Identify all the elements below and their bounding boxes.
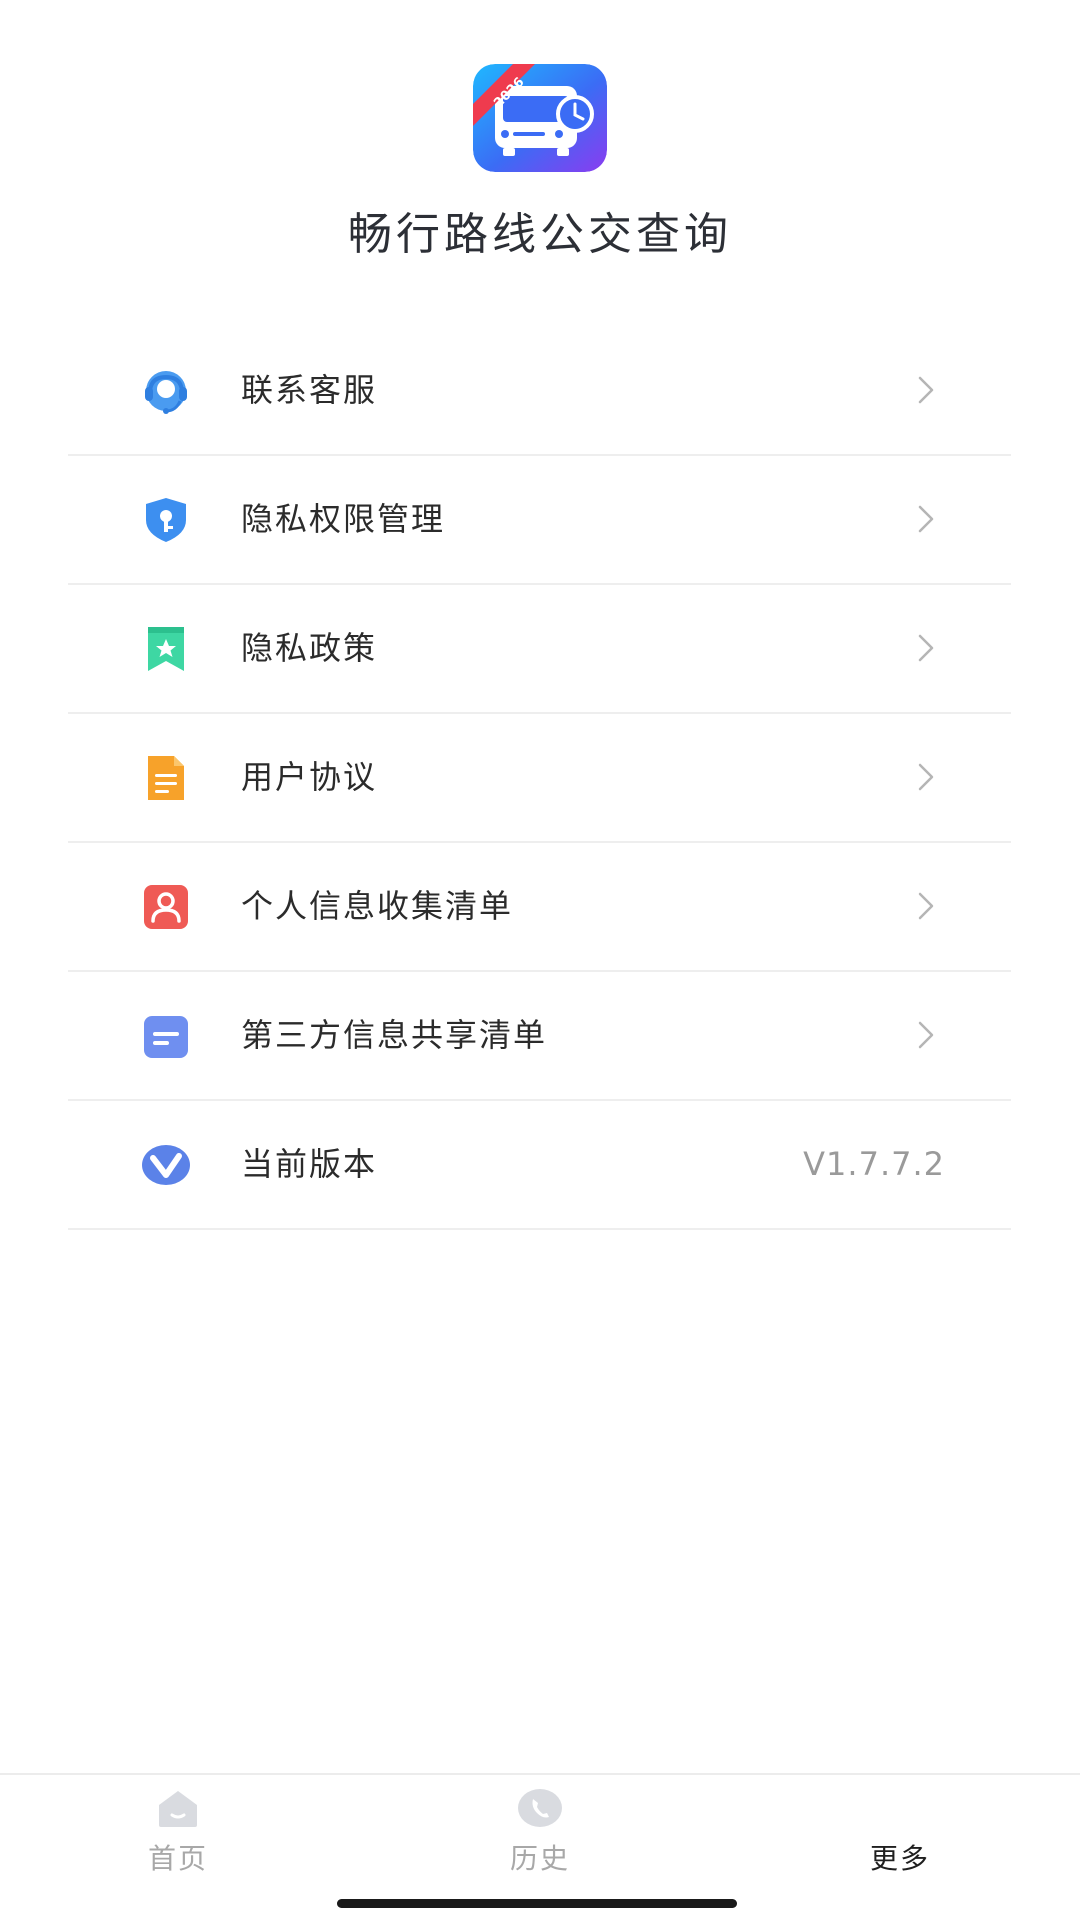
chevron-right-icon: [918, 1021, 934, 1049]
message-card-icon: [144, 1016, 188, 1058]
menu-item-user-agreement[interactable]: 用户协议: [68, 714, 1011, 843]
history-phone-icon: [518, 1789, 562, 1827]
user-card-icon: [144, 885, 188, 929]
more-icon: [877, 1787, 923, 1829]
version-icon: [142, 1145, 190, 1185]
home-icon: [159, 1791, 197, 1827]
home-indicator: [337, 1899, 737, 1908]
menu-item-privacy-permissions[interactable]: 隐私权限管理: [68, 456, 1011, 585]
tab-label: 首页: [147, 1842, 208, 1875]
tab-more[interactable]: 更多: [810, 1787, 990, 1897]
headset-icon: [145, 371, 187, 414]
app-logo: 2026: [473, 64, 607, 172]
menu-item-label: 个人信息收集清单: [241, 887, 514, 925]
menu-item-third-party-sharing-list[interactable]: 第三方信息共享清单: [68, 972, 1011, 1101]
shield-key-icon: [146, 498, 186, 542]
chevron-right-icon: [918, 634, 934, 662]
app-title: 畅行路线公交查询: [348, 209, 732, 260]
menu-item-label: 隐私政策: [241, 629, 378, 667]
menu-item-label: 联系客服: [241, 371, 378, 409]
menu-item-customer-service[interactable]: 联系客服: [68, 327, 1011, 456]
tab-home[interactable]: 首页: [88, 1787, 268, 1897]
version-number: V1.7.7.2: [803, 1145, 945, 1183]
menu-item-personal-info-list[interactable]: 个人信息收集清单: [68, 843, 1011, 972]
tab-label: 历史: [509, 1842, 570, 1875]
bottom-tab-bar: 首页 历史 更多: [0, 1773, 1080, 1920]
menu-item-current-version: 当前版本 V1.7.7.2: [68, 1101, 1011, 1230]
tab-label: 更多: [869, 1842, 930, 1875]
chevron-right-icon: [918, 505, 934, 533]
document-icon: [148, 756, 184, 800]
menu-item-privacy-policy[interactable]: 隐私政策: [68, 585, 1011, 714]
menu-item-label: 当前版本: [241, 1145, 378, 1183]
chevron-right-icon: [918, 763, 934, 791]
menu-item-label: 隐私权限管理: [241, 500, 446, 538]
more-page: 2026 畅行路线公交查询 联系客服 隐私权限管理 隐私政策 用户协议 个人信息…: [0, 0, 1080, 1920]
chevron-right-icon: [918, 892, 934, 920]
settings-menu: 联系客服 隐私权限管理 隐私政策 用户协议 个人信息收集清单 第三方信息共享清单…: [68, 327, 1011, 1230]
menu-item-label: 第三方信息共享清单: [241, 1016, 548, 1054]
bus-logo-icon: 2026: [473, 64, 607, 172]
menu-item-label: 用户协议: [241, 758, 378, 796]
tab-history[interactable]: 历史: [450, 1787, 630, 1897]
chevron-right-icon: [918, 376, 934, 404]
bookmark-star-icon: [148, 627, 184, 671]
